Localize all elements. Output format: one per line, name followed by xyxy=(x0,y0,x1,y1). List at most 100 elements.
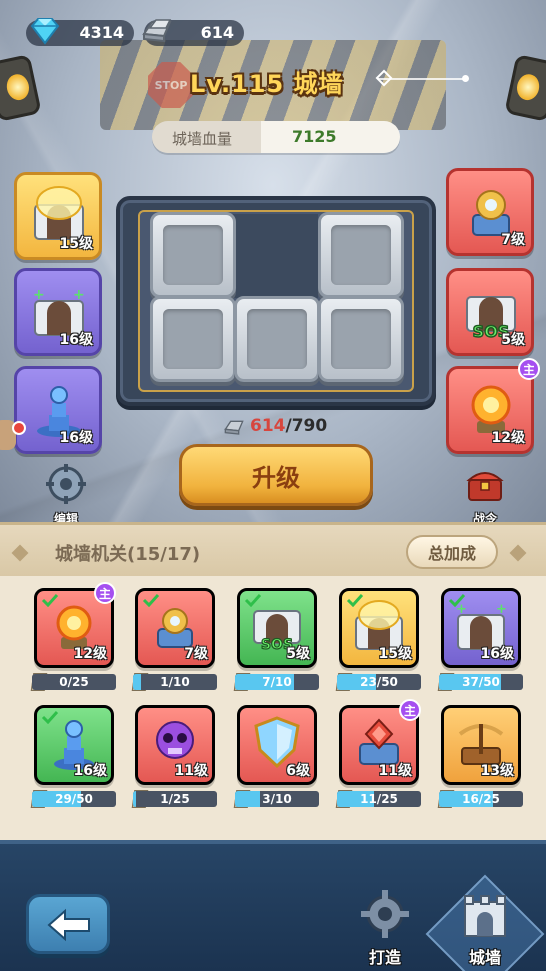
progress-text: 29/50 xyxy=(55,792,93,806)
equipped-cannon-turret[interactable]: 7级 xyxy=(446,168,534,256)
dot-icon xyxy=(462,75,469,82)
wall-slot[interactable] xyxy=(318,212,404,298)
progress-text: 23/50 xyxy=(360,675,398,689)
wall-mechanisms-panel: 城墙机关(15/17) 总加成 12级主 0/25 7级 1/10 SOS 5级 7/10 1… xyxy=(0,522,546,852)
iron-value: 614 xyxy=(200,23,234,42)
progress-text: 1/25 xyxy=(160,792,190,806)
wall-slot[interactable] xyxy=(318,296,404,382)
capacity-display: 614 / 790 xyxy=(222,414,327,438)
progress-text: 3/10 xyxy=(262,792,292,806)
upgrade-button[interactable]: 升级 xyxy=(179,444,373,506)
wall-scene: 4314 614 STOP Lv.115 城墙 城墙血量 7125 614 / … xyxy=(0,0,546,530)
checkmark-icon xyxy=(244,593,262,607)
nav-wall[interactable]: 城墙 xyxy=(450,888,520,968)
spotlight-left xyxy=(0,54,42,122)
progress-text: 11/25 xyxy=(360,792,398,806)
mechanism-card[interactable]: 15级 xyxy=(339,588,419,668)
nav-forge[interactable]: 打造 xyxy=(350,888,420,968)
equipped-gold-gate[interactable]: 15级 xyxy=(14,172,102,260)
card-level: 5级 xyxy=(286,646,310,662)
card-level: 11级 xyxy=(174,763,208,779)
main-badge: 主 xyxy=(399,699,421,721)
gem-counter[interactable]: 4314 xyxy=(26,18,134,46)
fragment-progress-bar: 29/50 xyxy=(32,791,116,807)
notification-dot xyxy=(12,421,26,435)
fragment-progress-bar: 1/10 xyxy=(133,674,217,690)
progress-text: 16/25 xyxy=(462,792,500,806)
board-frame xyxy=(138,210,414,392)
bottom-nav: 打造 城墙 xyxy=(0,840,546,971)
progress-text: 37/50 xyxy=(462,675,500,689)
fragment-progress-bar: 23/50 xyxy=(337,674,421,690)
checkmark-icon xyxy=(346,593,364,607)
equipped-sos-gate[interactable]: SOS 5级 xyxy=(446,268,534,356)
checkmark-icon xyxy=(41,710,59,724)
main-badge: 主 xyxy=(94,582,116,604)
mechanism-card[interactable]: SOS 5级 xyxy=(237,588,317,668)
fragment-progress-bar: 16/25 xyxy=(439,791,523,807)
wall-hp-bar: 城墙血量 7125 xyxy=(152,121,400,153)
progress-text: 1/10 xyxy=(160,675,190,689)
equipped-blue-tower[interactable]: 16级 xyxy=(14,366,102,454)
back-button[interactable] xyxy=(26,894,110,954)
card-level: 15级 xyxy=(378,646,412,662)
nav-forge-label: 打造 xyxy=(368,948,401,967)
fragment-progress-bar: 37/50 xyxy=(439,674,523,690)
capacity-max: 790 xyxy=(291,416,328,436)
iron-ingot-icon xyxy=(142,19,172,43)
fragment-progress-bar: 3/10 xyxy=(235,791,319,807)
page-title: Lv.115 城墙 xyxy=(190,70,344,98)
wall-slot[interactable] xyxy=(150,212,236,298)
card-level: 16级 xyxy=(59,332,93,348)
diamond-icon xyxy=(509,544,527,562)
card-level: 7级 xyxy=(184,646,208,662)
svg-text:+: + xyxy=(73,287,85,303)
card-level: 15级 xyxy=(59,236,93,252)
card-level: 16级 xyxy=(59,430,93,446)
mechanism-card[interactable]: 6级 xyxy=(237,705,317,785)
wall-slot[interactable] xyxy=(150,296,236,382)
back-arrow-icon xyxy=(47,908,90,942)
svg-text:+: + xyxy=(496,602,507,617)
fragment-progress-bar: 7/10 xyxy=(235,674,319,690)
fragment-progress-bar: 0/25 xyxy=(32,674,116,690)
progress-text: 0/25 xyxy=(59,675,89,689)
spotlight-right xyxy=(504,54,546,122)
diamond-icon xyxy=(11,544,29,562)
card-level: 13级 xyxy=(480,763,514,779)
wall-hp-value: 7125 xyxy=(292,127,337,146)
wall-slot[interactable] xyxy=(234,296,320,382)
card-level: 5级 xyxy=(501,332,525,348)
fragment-progress-bar: 1/25 xyxy=(133,791,217,807)
total-bonus-button[interactable]: 总加成 xyxy=(406,535,498,569)
card-level: 12级 xyxy=(73,646,107,662)
card-level: 12级 xyxy=(491,430,525,446)
card-level: 16级 xyxy=(73,763,107,779)
mechanism-card[interactable]: 13级 xyxy=(441,705,521,785)
mechanism-card[interactable]: 16级 xyxy=(34,705,114,785)
gear-icon xyxy=(361,890,409,938)
mechanism-card[interactable]: + +16级 xyxy=(441,588,521,668)
card-level: 6级 xyxy=(286,763,310,779)
card-level: 7级 xyxy=(501,232,525,248)
castle-wall-icon xyxy=(464,895,506,937)
wall-slot-board xyxy=(116,196,436,406)
iron-counter[interactable]: 614 xyxy=(142,19,244,46)
mechanism-card[interactable]: 7级 xyxy=(135,588,215,668)
card-level: 11级 xyxy=(378,763,412,779)
equipped-fire-orb[interactable]: 12级 xyxy=(446,366,534,454)
edit-button[interactable]: 编辑 xyxy=(36,462,96,527)
mechanism-card[interactable]: 11级 xyxy=(135,705,215,785)
progress-text: 7/10 xyxy=(262,675,292,689)
nav-wall-label: 城墙 xyxy=(468,948,501,967)
card-level: 16级 xyxy=(480,646,514,662)
panel-title: 城墙机关(15/17) xyxy=(55,544,201,565)
battle-pass-button[interactable]: 战令 xyxy=(455,462,515,527)
checkmark-icon xyxy=(142,593,160,607)
game-screen: 4314 614 STOP Lv.115 城墙 城墙血量 7125 614 / … xyxy=(0,0,546,971)
equipped-heal-gate[interactable]: + + 16级 xyxy=(14,268,102,356)
panel-header: 城墙机关(15/17) 总加成 xyxy=(0,522,546,576)
svg-text:+: + xyxy=(33,287,45,303)
checkmark-icon xyxy=(41,593,59,607)
fragment-progress-bar: 11/25 xyxy=(337,791,421,807)
